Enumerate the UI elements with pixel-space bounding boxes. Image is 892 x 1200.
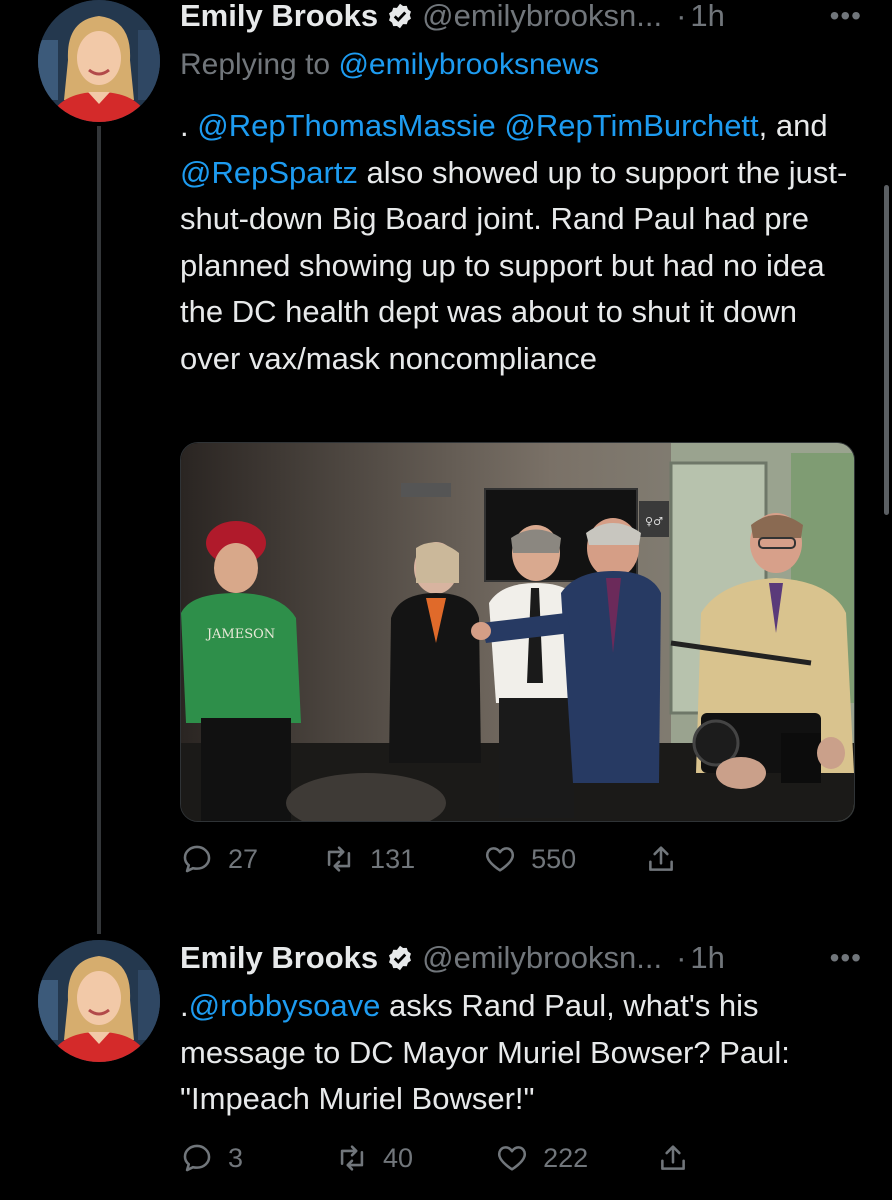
share-button[interactable] bbox=[644, 842, 678, 876]
author-name[interactable]: Emily Brooks bbox=[180, 0, 378, 34]
mention-link-robbysoave[interactable]: @robbysoave bbox=[189, 988, 381, 1023]
share-button[interactable] bbox=[656, 1141, 690, 1175]
share-icon bbox=[649, 846, 674, 871]
text-lead: . bbox=[180, 988, 189, 1023]
tweet-text: . @RepThomasMassie @RepTimBurchett, and … bbox=[180, 103, 860, 382]
reply-icon bbox=[183, 1144, 211, 1172]
shirt-text: JAMESON bbox=[205, 627, 275, 642]
separator-dot: · bbox=[676, 940, 687, 975]
like-count: 222 bbox=[543, 1142, 589, 1173]
replying-mention-link[interactable]: @emilybrooksnews bbox=[338, 48, 599, 81]
retweet-count: 131 bbox=[370, 843, 416, 874]
page-scrollbar[interactable] bbox=[884, 185, 889, 515]
mention-link-repthomasmassie[interactable]: @RepThomasMassie bbox=[197, 108, 496, 143]
mention-link-reptimburchett[interactable]: @RepTimBurchett bbox=[504, 108, 758, 143]
author-name[interactable]: Emily Brooks bbox=[180, 940, 378, 976]
verified-badge-icon bbox=[389, 3, 412, 29]
tweet-text: .@robbysoave asks Rand Paul, what's his … bbox=[180, 983, 860, 1123]
text-and: , and bbox=[758, 108, 828, 143]
author-handle[interactable]: @emilybrooksn... bbox=[422, 940, 662, 976]
retweet-count: 40 bbox=[383, 1142, 414, 1173]
reply-button[interactable]: 3 bbox=[180, 1141, 243, 1175]
tweet-photo[interactable]: ♀♂ JAMESON bbox=[180, 442, 855, 822]
reply-count: 27 bbox=[228, 843, 259, 874]
like-count: 550 bbox=[531, 843, 577, 874]
replying-to: Replying to @emilybrooksnews bbox=[180, 48, 599, 82]
tweet-header: Emily Brooks @emilybrooksn... · 1h ••• bbox=[180, 940, 862, 976]
heart-icon bbox=[486, 847, 515, 872]
reply-count: 3 bbox=[228, 1142, 244, 1173]
more-options-icon[interactable]: ••• bbox=[830, 942, 862, 974]
retweet-icon bbox=[327, 846, 351, 872]
verified-badge-icon bbox=[389, 945, 412, 971]
separator-dot: · bbox=[676, 0, 687, 33]
retweet-button[interactable]: 40 bbox=[335, 1141, 413, 1175]
mention-link-repspartz[interactable]: @RepSpartz bbox=[180, 155, 358, 190]
retweet-button[interactable]: 131 bbox=[322, 842, 415, 876]
more-options-icon[interactable]: ••• bbox=[830, 0, 862, 32]
door-sign-text: ♀♂ bbox=[645, 515, 663, 528]
reply-icon bbox=[183, 845, 211, 873]
text-lead: . bbox=[180, 108, 198, 143]
tweet-actions: 27 131 550 bbox=[180, 842, 678, 876]
tweet-header: Emily Brooks @emilybrooksn... · 1h ••• bbox=[180, 0, 862, 34]
author-handle[interactable]: @emilybrooksn... bbox=[422, 0, 662, 34]
author-avatar[interactable] bbox=[38, 940, 160, 1062]
share-icon bbox=[661, 1145, 686, 1170]
reply-button[interactable]: 27 bbox=[180, 842, 258, 876]
heart-icon bbox=[498, 1146, 527, 1171]
thread-line bbox=[97, 126, 101, 934]
tweet-actions: 3 40 222 bbox=[180, 1141, 690, 1175]
like-button[interactable]: 550 bbox=[483, 842, 576, 876]
author-avatar[interactable] bbox=[38, 0, 160, 122]
replying-label: Replying to bbox=[180, 48, 339, 81]
tweet-timestamp[interactable]: 1h bbox=[690, 940, 724, 976]
photo-scene: ♀♂ JAMESON bbox=[181, 443, 854, 821]
retweet-icon bbox=[340, 1145, 364, 1171]
like-button[interactable]: 222 bbox=[495, 1141, 588, 1175]
tweet-timestamp[interactable]: 1h bbox=[690, 0, 724, 34]
